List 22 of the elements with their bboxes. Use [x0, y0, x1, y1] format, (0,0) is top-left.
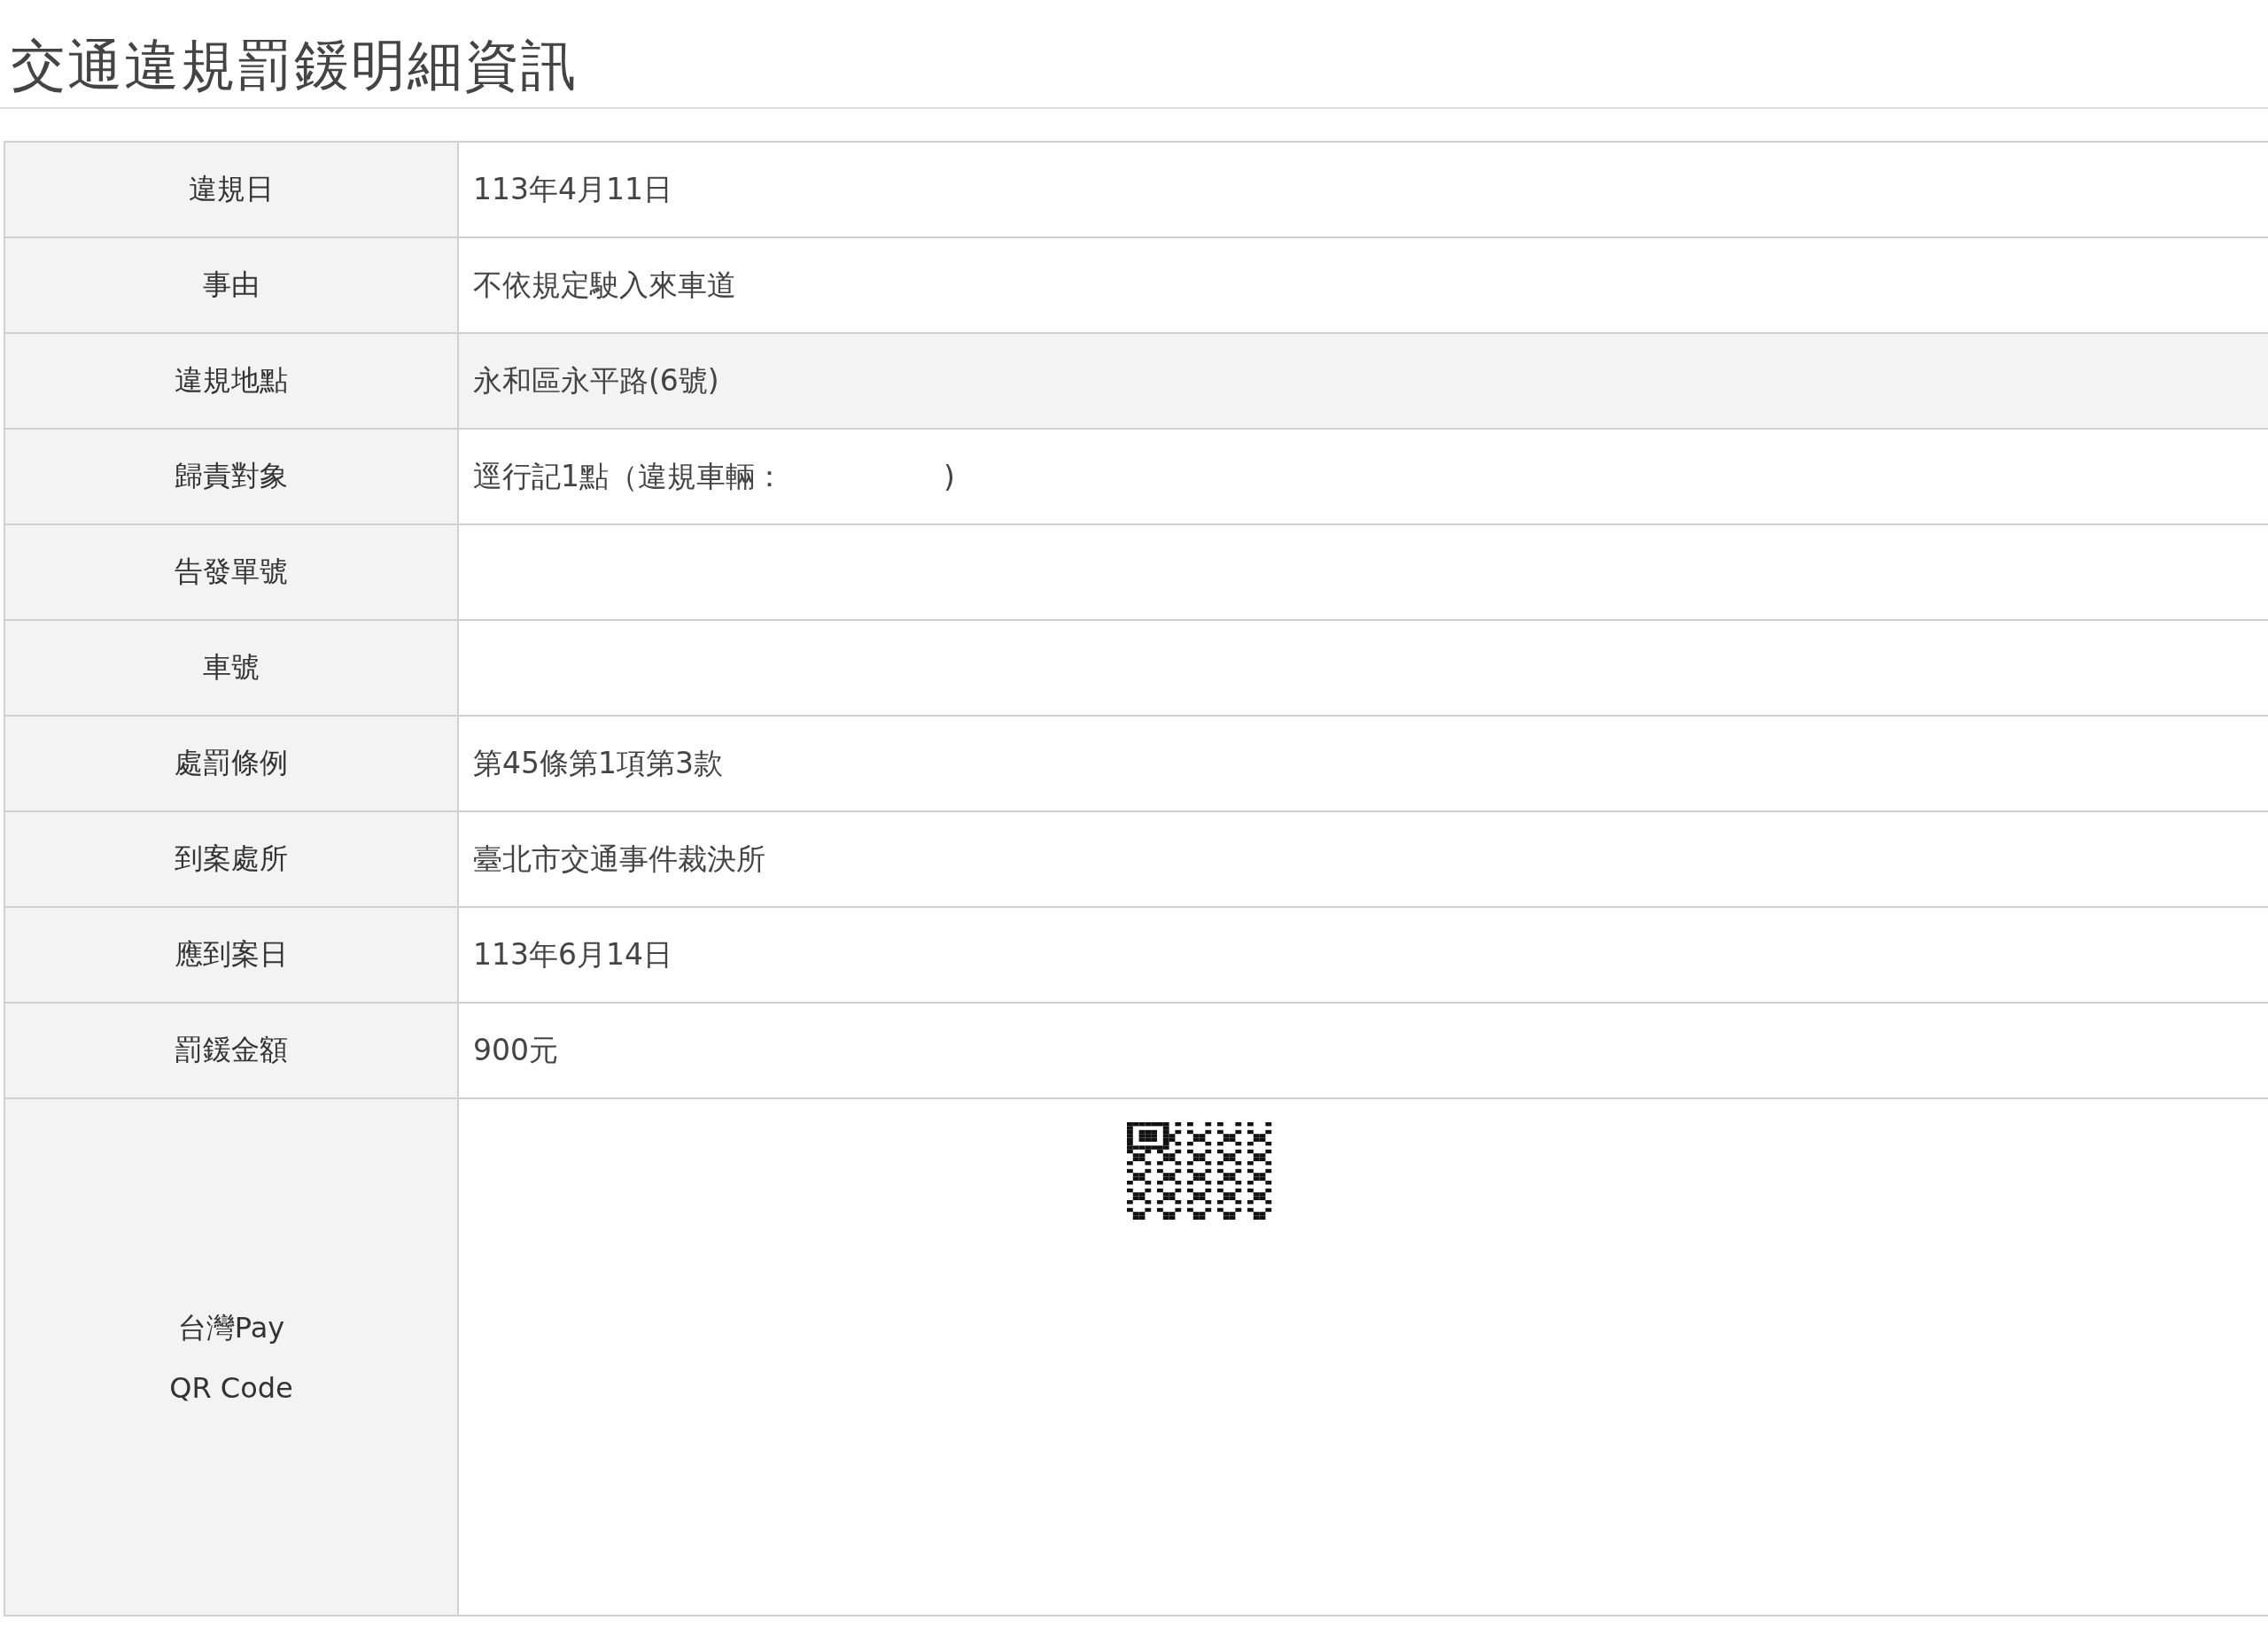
value-text: 900元 — [473, 1031, 558, 1069]
value-text: 113年4月11日 — [473, 170, 672, 208]
row-label: 告發單號 — [5, 525, 459, 622]
row-label: 歸責對象 — [5, 430, 459, 526]
value-text: 113年6月14日 — [473, 935, 672, 973]
value-text: ) — [944, 459, 955, 494]
value-text: 第45條第1項第3款 — [473, 744, 723, 782]
row-label: 違規日 — [5, 143, 459, 239]
row-label: QR Code — [169, 1371, 293, 1406]
value-text: 臺北市交通事件裁決所 — [473, 840, 765, 878]
value-text: 不依規定駛入來車道 — [473, 266, 736, 304]
row-label: 事由 — [5, 238, 459, 335]
row-label: 應到案日 — [5, 908, 459, 1004]
row-label: 罰鍰金額 — [5, 1004, 459, 1100]
row-label: 台灣Pay — [177, 1310, 285, 1347]
row-label: 處罰條例 — [5, 717, 459, 813]
row-label: 到案處所 — [5, 812, 459, 909]
value-text: 永和區永平路(6號) — [473, 361, 719, 399]
page-title: 交通違規罰鍰明細資訊 — [0, 0, 2268, 110]
row-label: 車號 — [5, 621, 459, 717]
value-text: 逕行記1點（違規車輛： — [473, 457, 784, 495]
row-label: 違規地點 — [5, 334, 459, 430]
